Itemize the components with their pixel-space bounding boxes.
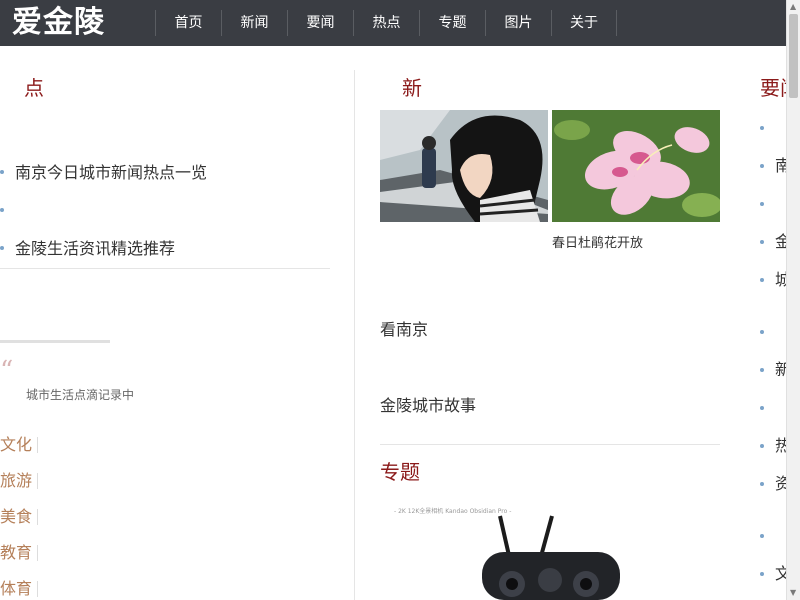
bullet-dot-icon: [760, 202, 764, 206]
camera-product-image[interactable]: - 2K 12K全景相机 Kandao Obsidian Pro -: [380, 500, 720, 600]
bullet-dot-icon: [760, 126, 764, 130]
list-item-label[interactable]: 金陵: [775, 232, 786, 252]
bullet-dot-icon: [760, 572, 764, 576]
middle-column: 新 春日杜鹃花开放 看南京 金陵城市故事 专题 - 2K 12K全景相机 Kan…: [380, 46, 720, 600]
section-divider: [0, 268, 330, 269]
nav-item-7[interactable]: 关于: [551, 10, 617, 36]
left-column: 点 南京今日城市新闻热点一览 金陵生活资讯精选推荐 “ 城市生活点滴记录中 文化…: [0, 46, 355, 600]
category-link[interactable]: 教育: [0, 542, 38, 578]
nav-item-2[interactable]: 新闻: [221, 10, 287, 36]
flower-photo-thumbnail[interactable]: [552, 110, 720, 222]
nav-item-1[interactable]: 首页: [155, 10, 221, 36]
list-item[interactable]: [760, 526, 786, 546]
middle-section-title: 新: [402, 76, 422, 100]
category-label[interactable]: 美食: [0, 507, 32, 526]
category-label[interactable]: 文化: [0, 435, 32, 454]
special-topics-title: 专题: [380, 460, 420, 484]
bullet-dot-icon: [760, 406, 764, 410]
list-item-label[interactable]: 新闻: [775, 360, 786, 380]
nav-item-3[interactable]: 要闻: [287, 10, 353, 36]
bullet-dot-icon: [760, 240, 764, 244]
list-item[interactable]: 文化: [760, 564, 786, 584]
left-section-title: 点: [24, 76, 44, 100]
category-link[interactable]: 美食: [0, 506, 38, 542]
category-separator: [37, 509, 38, 525]
list-item[interactable]: 南京: [760, 156, 786, 176]
category-link[interactable]: 旅游: [0, 470, 38, 506]
list-item-label[interactable]: 文化: [775, 564, 786, 584]
top-navigation-bar: 爱金陵 首页 新闻 要闻 热点 专题 图片 关于: [0, 0, 786, 46]
list-item[interactable]: 资讯: [760, 474, 786, 494]
right-column: 要闻 南京 金陵 城市 新闻 热点 资讯 文化: [760, 46, 786, 600]
nav-item-4[interactable]: 热点: [353, 10, 419, 36]
category-label[interactable]: 旅游: [0, 471, 32, 490]
bullet-dot-icon: [760, 368, 764, 372]
list-item[interactable]: [760, 322, 786, 342]
illustration-photo-thumbnail[interactable]: [380, 110, 548, 222]
category-label[interactable]: 教育: [0, 543, 32, 562]
bullet-dot-icon: [0, 170, 4, 174]
product-image-caption: - 2K 12K全景相机 Kandao Obsidian Pro -: [394, 508, 512, 515]
list-item[interactable]: 热点: [760, 436, 786, 456]
news-link[interactable]: 看南京: [380, 316, 428, 340]
list-item[interactable]: 新闻: [760, 360, 786, 380]
category-separator: [37, 545, 38, 561]
bullet-dot-icon: [0, 208, 4, 212]
scroll-down-arrow-icon[interactable]: ▼: [790, 588, 796, 598]
list-item[interactable]: 金陵: [760, 232, 786, 252]
list-item[interactable]: 城市: [760, 270, 786, 290]
bullet-dot-icon: [760, 444, 764, 448]
category-label[interactable]: 体育: [0, 579, 32, 598]
category-link[interactable]: 文化: [0, 434, 38, 470]
news-link[interactable]: 金陵城市故事: [380, 392, 476, 416]
quote-text: 城市生活点滴记录中: [26, 388, 135, 402]
category-list: 文化 旅游 美食 教育 体育: [0, 434, 38, 600]
bullet-dot-icon: [760, 278, 764, 282]
photo-caption[interactable]: 春日杜鹃花开放: [552, 232, 643, 251]
list-item[interactable]: [760, 194, 786, 214]
section-divider: [380, 444, 720, 445]
bullet-dot-icon: [760, 534, 764, 538]
bullet-dot-icon: [760, 330, 764, 334]
right-section-title: 要闻: [760, 76, 786, 100]
category-link[interactable]: 体育: [0, 578, 38, 600]
list-item-label[interactable]: 城市: [775, 270, 786, 290]
list-item-label[interactable]: 资讯: [775, 474, 786, 494]
list-item-label[interactable]: 南京: [775, 156, 786, 176]
nav-item-5[interactable]: 专题: [419, 10, 485, 36]
quote-mark-icon: “: [0, 356, 14, 386]
main-nav: 首页 新闻 要闻 热点 专题 图片 关于: [155, 10, 617, 36]
list-item-label[interactable]: 南京今日城市新闻热点一览: [15, 160, 207, 186]
category-separator: [37, 581, 38, 597]
list-item-label[interactable]: 热点: [775, 436, 786, 456]
bullet-dot-icon: [760, 482, 764, 486]
bullet-dot-icon: [760, 164, 764, 168]
scrollbar-thumb[interactable]: [789, 14, 798, 98]
bullet-dot-icon: [0, 246, 4, 250]
site-logo[interactable]: 爱金陵: [12, 6, 105, 40]
list-item[interactable]: [760, 398, 786, 418]
list-item-label[interactable]: 金陵生活资讯精选推荐: [15, 236, 175, 262]
quote-rule: [0, 340, 110, 343]
list-item[interactable]: [760, 118, 786, 138]
scroll-up-arrow-icon[interactable]: ▲: [790, 2, 796, 12]
category-separator: [37, 473, 38, 489]
nav-item-6[interactable]: 图片: [485, 10, 551, 36]
vertical-scrollbar[interactable]: ▲ ▼: [786, 0, 800, 600]
category-separator: [37, 437, 38, 453]
column-divider: [354, 70, 355, 600]
